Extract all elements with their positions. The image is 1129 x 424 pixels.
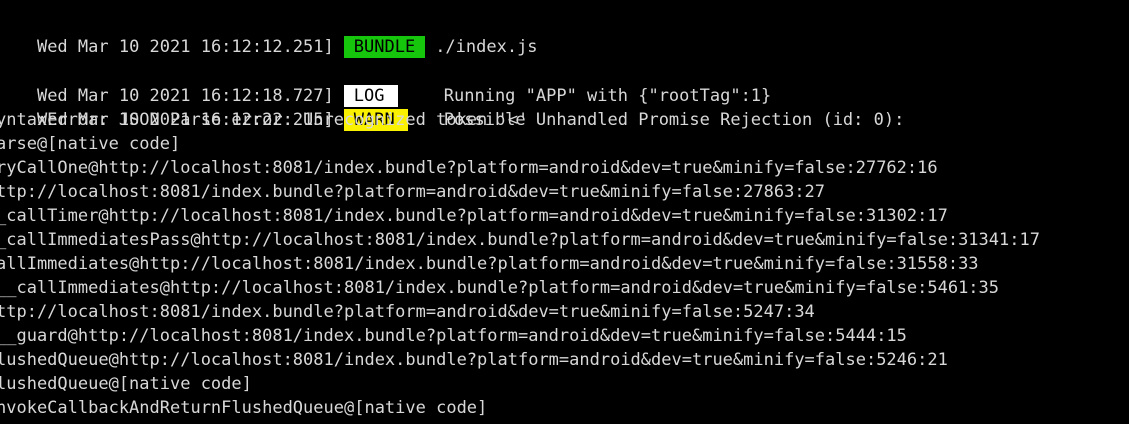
log-line-log: Wed Mar 10 2021 16:12:18.727] LOG Running … xyxy=(0,60,771,107)
stack-line: _callTimer@http://localhost:8081/index.b… xyxy=(0,206,948,226)
log-line-bundle: Wed Mar 10 2021 16:12:12.251] BUNDLE ./ind… xyxy=(0,11,538,58)
stack-line: __callImmediates@http://localhost:8081/i… xyxy=(0,278,1000,298)
stack-line: __guard@http://localhost:8081/index.bund… xyxy=(0,326,907,346)
stack-line: nvokeCallbackAndReturnFlushedQueue@[nati… xyxy=(0,398,488,418)
stack-line: allImmediates@http://localhost:8081/inde… xyxy=(0,254,979,274)
log-line-warn: Wed Mar 10 2021 16:12:22.215] WARN Possibl… xyxy=(0,84,904,131)
stack-line: yntaxError: JSON Parse error: Unrecogniz… xyxy=(0,110,529,130)
stack-line: ttp://localhost:8081/index.bundle?platfo… xyxy=(0,302,815,322)
stack-line: lushedQueue@http://localhost:8081/index.… xyxy=(0,350,948,370)
terminal-output[interactable]: Wed Mar 10 2021 16:12:12.251] BUNDLE ./ind… xyxy=(0,0,1129,424)
stack-line: arse@[native code] xyxy=(0,134,181,154)
bundle-badge: BUNDLE xyxy=(343,36,426,58)
stack-line: ttp://localhost:8081/index.bundle?platfo… xyxy=(0,182,826,202)
stack-line: ryCallOne@http://localhost:8081/index.bu… xyxy=(0,158,938,178)
timestamp: Wed Mar 10 2021 16:12:12.251] xyxy=(36,37,334,57)
log-message: ./index.js xyxy=(435,37,538,57)
stack-line: _callImmediatesPass@http://localhost:808… xyxy=(0,230,1040,250)
stack-line: lushedQueue@[native code] xyxy=(0,374,252,394)
